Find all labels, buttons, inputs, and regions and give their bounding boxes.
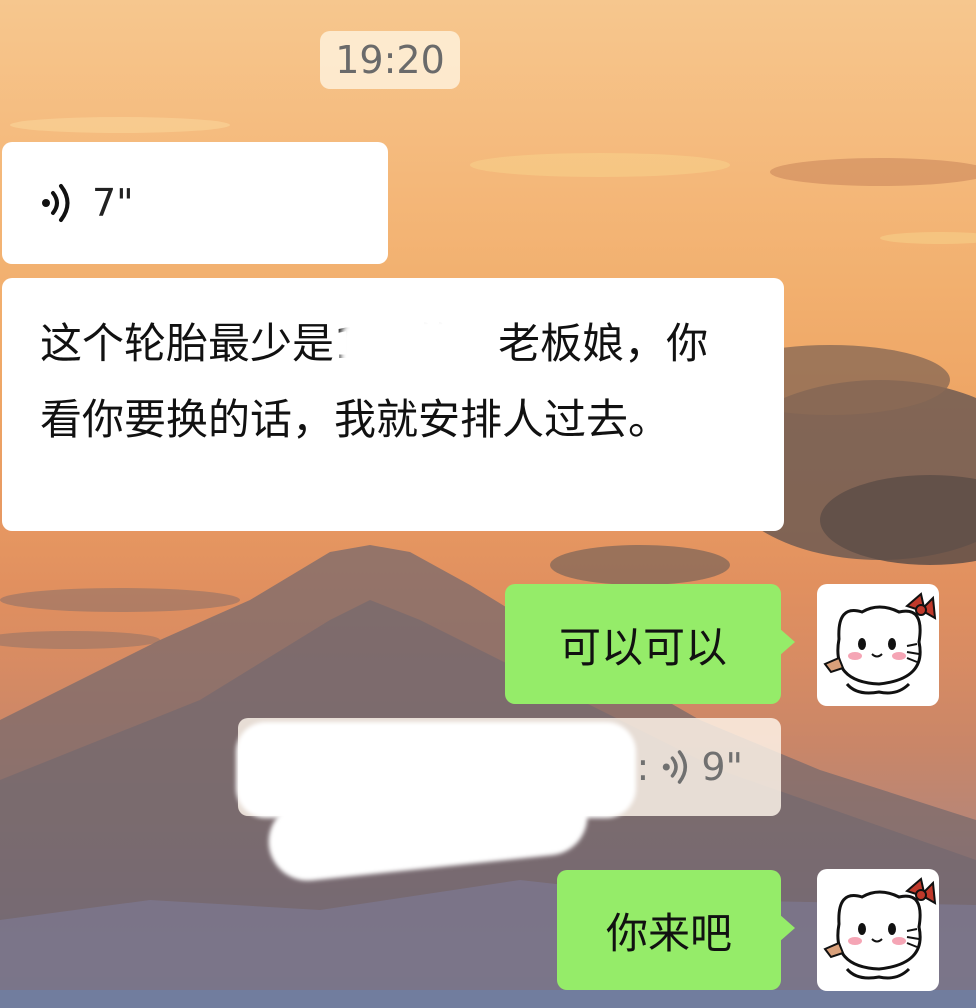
message-text: 你来吧 [605,908,732,958]
voice-wave-icon [40,183,74,223]
outgoing-text-message[interactable]: 可以可以 [505,584,795,704]
bubble-tail [779,914,795,942]
outgoing-text-message[interactable]: 你来吧 [557,870,795,990]
cat-with-bow-icon [823,592,937,695]
voice-wave-icon [661,749,691,785]
cat-with-bow-icon [823,877,937,980]
redaction-mark [340,318,490,378]
avatar[interactable] [817,869,939,991]
quote-separator: : [636,745,650,789]
bubble-tail [779,628,795,656]
chat-timestamp: 19:20 [320,31,460,89]
avatar[interactable] [817,584,939,706]
timestamp-text: 19:20 [335,38,445,82]
quoted-voice-duration: 9" [701,745,743,789]
message-text: 可以可以 [558,622,727,672]
incoming-voice-message[interactable]: 7" [2,142,388,264]
voice-duration: 7" [92,181,134,225]
incoming-text-message[interactable]: 这个轮胎最少是150的，老板娘，你看你要换的话，我就安排人过去。 [2,278,784,531]
